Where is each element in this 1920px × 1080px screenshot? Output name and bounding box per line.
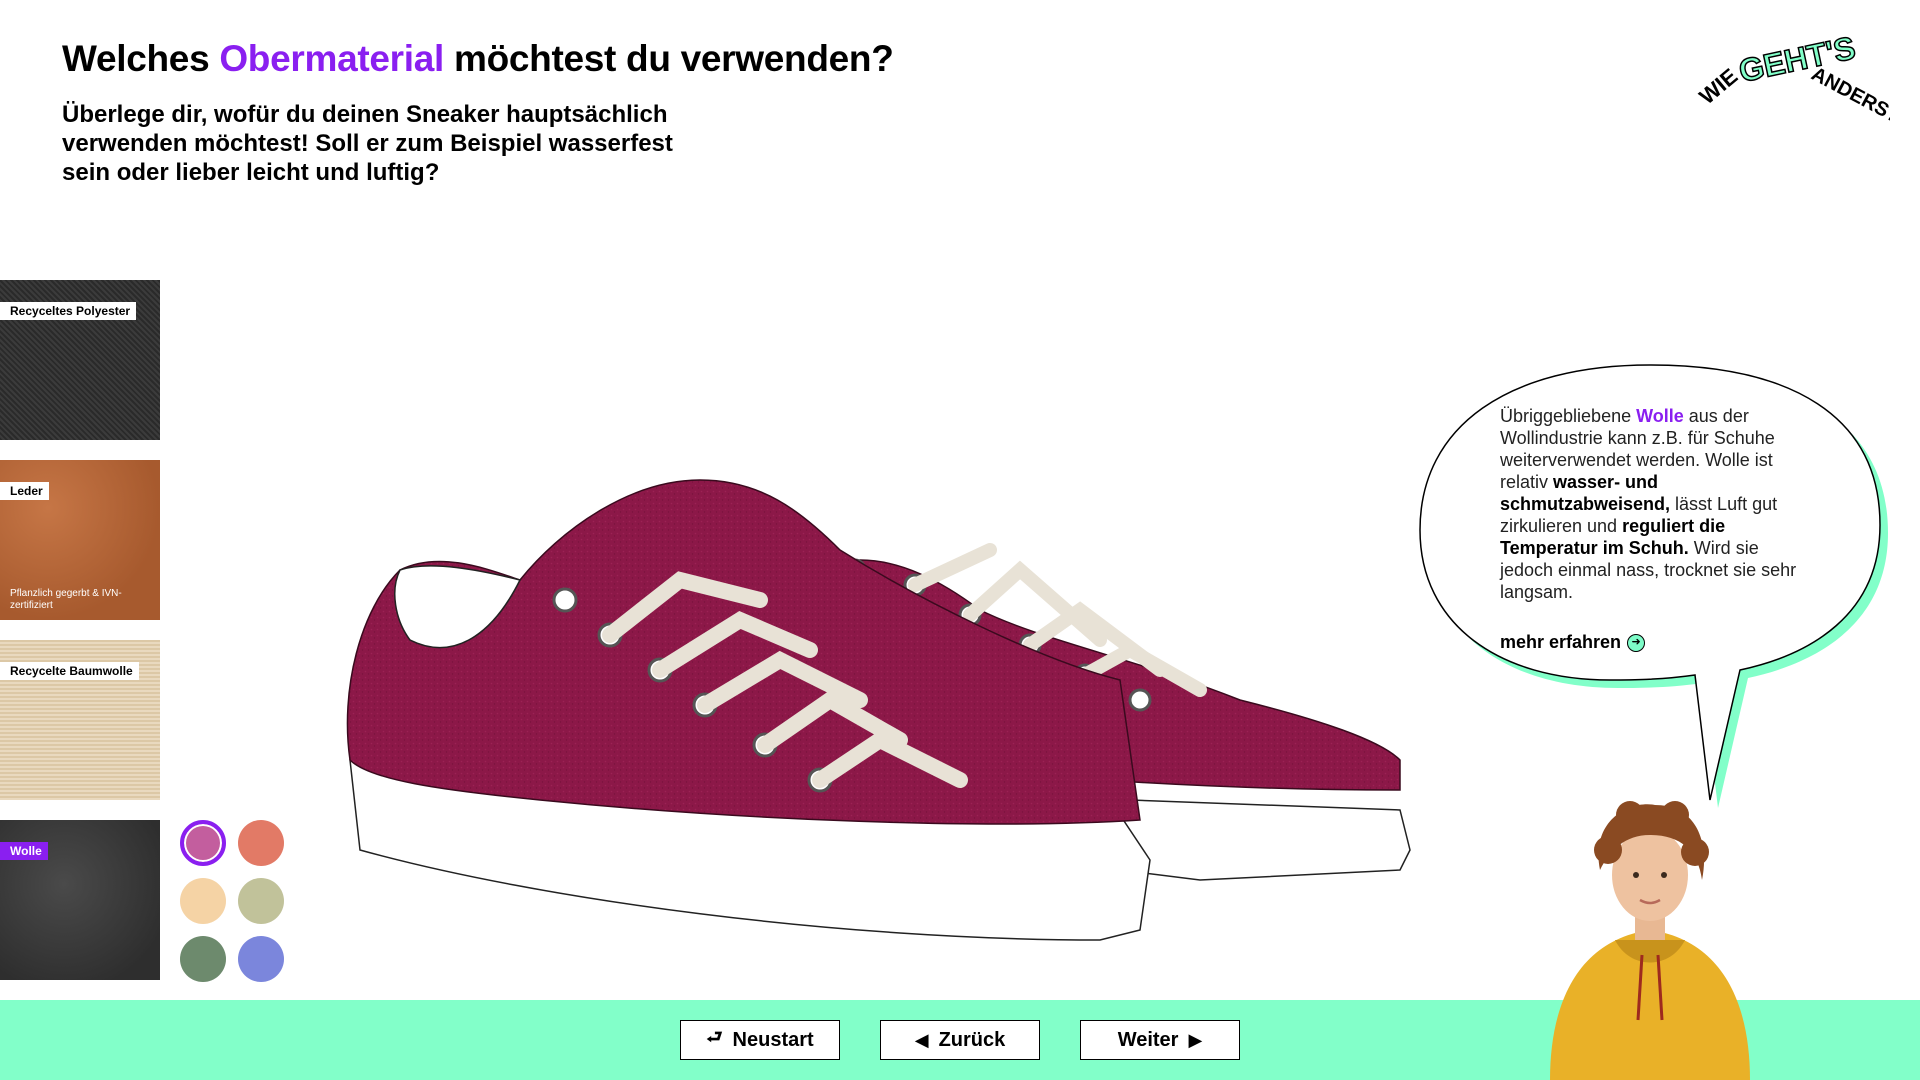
sneaker-left bbox=[346, 479, 1151, 941]
color-picker bbox=[180, 820, 290, 982]
color-option-mauve[interactable] bbox=[180, 820, 226, 866]
material-label: Recyceltes Polyester bbox=[0, 302, 137, 320]
color-option-green[interactable] bbox=[180, 936, 226, 982]
material-label: Wolle bbox=[0, 842, 48, 860]
material-wool[interactable]: Wolle bbox=[0, 820, 160, 980]
material-list: Recyceltes Polyester Leder Pflanzlich ge… bbox=[0, 280, 161, 1000]
info-highlight: Wolle bbox=[1636, 406, 1684, 426]
material-label: Leder bbox=[0, 482, 49, 500]
arrow-right-circle-icon: ➜ bbox=[1627, 633, 1646, 652]
restart-icon: ⮐ bbox=[706, 1027, 723, 1047]
color-option-periwinkle[interactable] bbox=[238, 936, 284, 982]
material-recycled-cotton[interactable]: Recycelte Baumwolle bbox=[0, 640, 160, 800]
color-option-peach[interactable] bbox=[180, 878, 226, 924]
material-label: Recycelte Baumwolle bbox=[0, 662, 139, 680]
arrow-right-icon: ▶ bbox=[1188, 1029, 1203, 1050]
material-note: Pflanzlich gegerbt & IVN-zertifiziert bbox=[10, 588, 122, 611]
next-label: Weiter bbox=[1117, 1028, 1179, 1051]
title-suffix: möchtest du verwenden? bbox=[444, 38, 894, 79]
title-prefix: Welches bbox=[62, 38, 220, 79]
back-button[interactable]: ◀ Zurück bbox=[880, 1020, 1040, 1060]
arrow-left-icon: ◀ bbox=[914, 1029, 929, 1050]
sneaker-preview bbox=[346, 479, 1411, 941]
title-accent: Obermaterial bbox=[219, 38, 444, 79]
page-title: Welches Obermaterial möchtest du verwend… bbox=[62, 38, 894, 80]
color-option-sage[interactable] bbox=[238, 878, 284, 924]
material-leather[interactable]: Leder Pflanzlich gegerbt & IVN-zertifizi… bbox=[0, 460, 160, 620]
material-recycled-polyester[interactable]: Recyceltes Polyester bbox=[0, 280, 160, 440]
restart-button[interactable]: ⮐ Neustart bbox=[680, 1020, 840, 1060]
guide-avatar bbox=[1550, 801, 1750, 1080]
color-option-coral[interactable] bbox=[238, 820, 284, 866]
logo: WIE GEHT'S ANDERS? bbox=[1694, 30, 1890, 128]
material-info-text: Übriggebliebene Wolle aus der Wollindust… bbox=[1500, 405, 1810, 603]
info-text: Übriggebliebene bbox=[1500, 406, 1637, 426]
back-label: Zurück bbox=[938, 1028, 1006, 1051]
logo-word-wie: WIE bbox=[1694, 63, 1742, 109]
next-button[interactable]: Weiter ▶ bbox=[1080, 1020, 1240, 1060]
restart-label: Neustart bbox=[732, 1028, 814, 1051]
more-info-link[interactable]: mehr erfahren ➜ bbox=[1500, 632, 1646, 653]
logo-word-anders: ANDERS? bbox=[1808, 63, 1890, 128]
more-info-label: mehr erfahren bbox=[1500, 632, 1622, 652]
page-subtitle: Überlege dir, wofür du deinen Sneaker ha… bbox=[62, 101, 673, 186]
